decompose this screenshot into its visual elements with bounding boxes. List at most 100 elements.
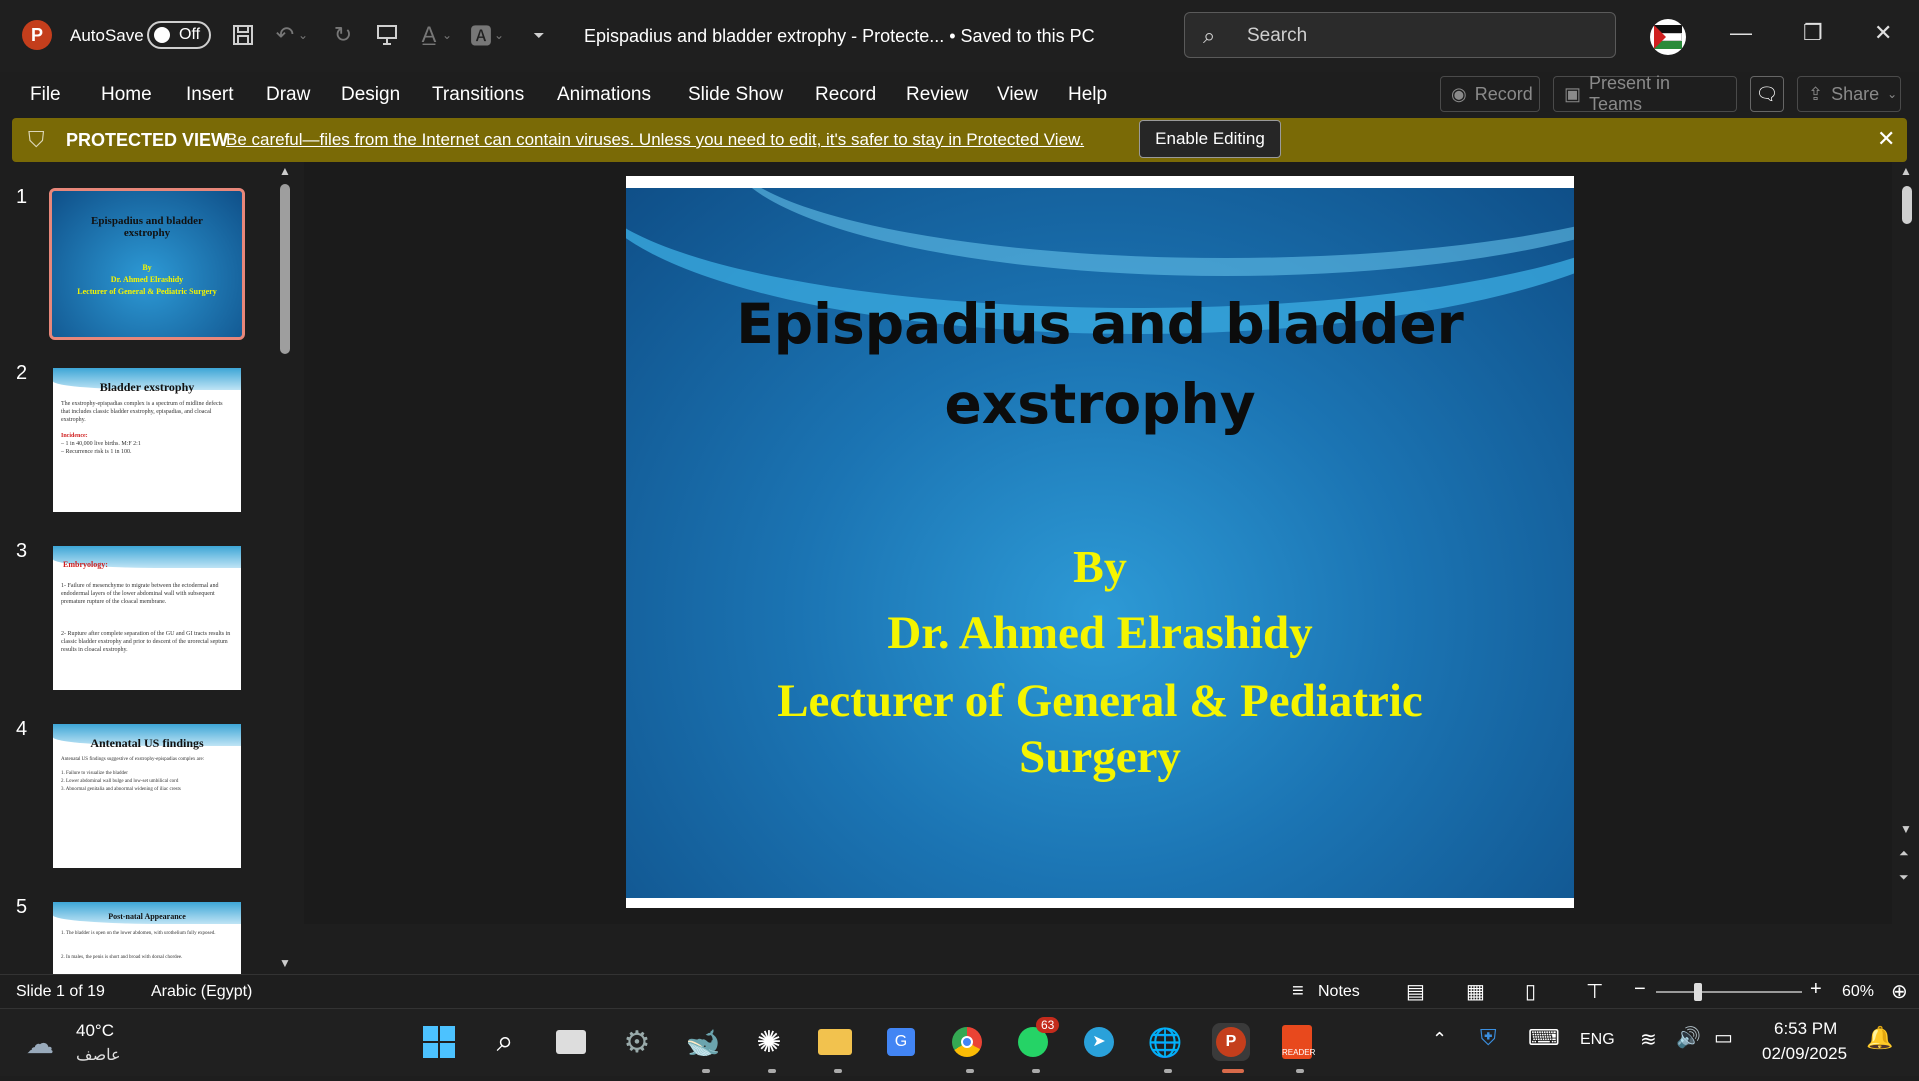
slide-author: Dr. Ahmed Elrashidy (887, 607, 1313, 659)
translate-icon[interactable]: G (882, 1023, 920, 1061)
thumbnail-text: 1- Failure of mesenchyme to migrate betw… (61, 583, 219, 605)
customize-toolbar-icon[interactable]: ⏷ (524, 20, 554, 50)
avatar[interactable] (1650, 19, 1686, 55)
share-button[interactable]: ⇪ Share ⌄ (1797, 76, 1901, 112)
slide-scrollbar[interactable]: ▲ ▼ ⏶ ⏷ (1894, 162, 1918, 922)
thumbnail-title: Epispadius and bladder exstrophy (91, 215, 203, 239)
protected-view-message[interactable]: Be careful—files from the Internet can c… (226, 130, 1084, 150)
notification-bell-icon[interactable]: 🔔 (1866, 1025, 1893, 1051)
clock-date[interactable]: 02/09/2025 (1762, 1044, 1847, 1064)
minimize-icon[interactable]: — (1730, 20, 1752, 46)
notes-button[interactable]: Notes (1318, 983, 1360, 1001)
search-box[interactable]: ⌕ Search (1184, 12, 1616, 58)
scroll-down-icon[interactable]: ▼ (279, 956, 291, 970)
normal-view-icon[interactable]: ▤ (1406, 979, 1425, 1004)
thumbnail-text: 1. Failure to visualize the bladder (61, 771, 128, 776)
next-slide-icon[interactable]: ⏷ (1899, 870, 1909, 885)
scroll-thumb[interactable] (280, 184, 290, 354)
slide-show-icon[interactable]: ⊤ (1586, 979, 1603, 1004)
tab-transitions[interactable]: Transitions (432, 84, 524, 106)
security-icon[interactable]: ⛨ (1480, 1025, 1497, 1051)
whatsapp-icon[interactable]: 63 (1014, 1017, 1060, 1061)
battery-icon[interactable]: ▭ (1714, 1025, 1733, 1050)
search-icon: ⌕ (1203, 23, 1216, 48)
telegram-icon[interactable]: ➤ (1080, 1023, 1118, 1061)
document-title[interactable]: Epispadius and bladder extrophy - Protec… (584, 26, 1095, 47)
previous-slide-icon[interactable]: ⏶ (1899, 846, 1909, 861)
chatgpt-icon[interactable]: ✺ (750, 1023, 788, 1061)
toggle-knob (154, 27, 170, 43)
tab-record[interactable]: Record (815, 84, 876, 106)
autosave-state: Off (179, 26, 201, 43)
zoom-in-icon[interactable]: + (1810, 978, 1822, 1001)
search-icon[interactable]: ⌕ (486, 1023, 524, 1061)
zoom-slider-thumb[interactable] (1694, 983, 1702, 1001)
wifi-icon[interactable]: ≋ (1640, 1027, 1657, 1052)
slide-thumbnail[interactable]: Post-natal Appearance 1. The bladder is … (53, 902, 241, 974)
scroll-thumb[interactable] (1902, 186, 1912, 224)
task-view-icon[interactable] (552, 1023, 590, 1061)
weather-temp[interactable]: 40°C (76, 1021, 114, 1041)
zoom-level[interactable]: 60% (1842, 983, 1874, 1001)
slide-thumbnail[interactable]: Bladder exstrophy The exstrophy-epispadi… (53, 368, 241, 512)
autosave-toggle[interactable]: Off (147, 21, 211, 49)
zoom-out-icon[interactable]: − (1634, 978, 1646, 1001)
powerpoint-taskbar-icon[interactable]: P (1212, 1023, 1250, 1061)
close-icon[interactable]: ✕ (1877, 126, 1895, 152)
network-app-icon[interactable]: 🌐 (1146, 1023, 1184, 1061)
scroll-down-icon[interactable]: ▼ (1900, 822, 1912, 836)
weather-icon[interactable]: ☁ (26, 1027, 54, 1060)
pdf-reader-icon[interactable]: READER (1278, 1023, 1316, 1061)
slide-thumbnail[interactable]: Epispadius and bladder exstrophy By Dr. … (49, 188, 245, 340)
thumbnail-text: By (142, 263, 152, 272)
clock-time[interactable]: 6:53 PM (1774, 1019, 1837, 1039)
scroll-up-icon[interactable]: ▲ (1900, 164, 1912, 178)
thumbnail-scrollbar[interactable]: ▲ ▼ (276, 164, 296, 974)
zoom-slider[interactable] (1656, 983, 1802, 1001)
text-box-dropdown-icon[interactable]: ⌄ (492, 20, 506, 50)
tab-slide-show[interactable]: Slide Show (688, 84, 783, 106)
scroll-up-icon[interactable]: ▲ (279, 164, 291, 178)
fit-to-window-icon[interactable]: ⊕ (1891, 979, 1908, 1004)
reading-view-icon[interactable]: ▯ (1525, 979, 1536, 1004)
deepseek-icon[interactable]: 🐋 (684, 1023, 722, 1061)
tab-file[interactable]: File (30, 84, 61, 106)
enable-editing-button[interactable]: Enable Editing (1139, 120, 1281, 158)
input-language[interactable]: ENG (1580, 1031, 1615, 1049)
tab-design[interactable]: Design (341, 84, 400, 106)
current-slide[interactable]: Epispadius and bladder exstrophy By Dr. … (626, 176, 1574, 908)
tab-review[interactable]: Review (906, 84, 968, 106)
tab-help[interactable]: Help (1068, 84, 1107, 106)
share-dropdown-icon: ⌄ (1887, 87, 1898, 101)
slide-thumbnail[interactable]: Embryology: 1- Failure of mesenchyme to … (53, 546, 241, 690)
language-indicator[interactable]: Arabic (Egypt) (151, 983, 252, 1001)
close-icon[interactable]: ✕ (1874, 20, 1892, 46)
tab-view[interactable]: View (997, 84, 1038, 106)
thumbnail-text: Incidence: (61, 433, 88, 439)
tab-animations[interactable]: Animations (557, 84, 651, 106)
save-icon[interactable] (228, 20, 258, 50)
whatsapp-badge: 63 (1036, 1017, 1060, 1033)
redo-icon[interactable]: ↻ (328, 20, 358, 50)
slide-thumbnail[interactable]: Antenatal US findings Antenatal US findi… (53, 724, 241, 868)
slide-sorter-icon[interactable]: ▦ (1466, 979, 1485, 1004)
undo-dropdown-icon[interactable]: ⌄ (296, 20, 310, 50)
present-in-teams-button[interactable]: ▣ Present in Teams (1553, 73, 1737, 114)
font-color-dropdown-icon[interactable]: ⌄ (440, 20, 454, 50)
volume-icon[interactable]: 🔊 (1676, 1025, 1701, 1050)
settings-icon[interactable]: ⚙ (618, 1023, 656, 1061)
windows-start-icon[interactable] (420, 1023, 458, 1061)
record-button[interactable]: ◉ Record (1440, 76, 1540, 112)
show-hidden-icons-icon[interactable]: ⌃ (1432, 1029, 1447, 1050)
keyboard-icon[interactable]: ⌨ (1528, 1025, 1560, 1051)
chrome-icon[interactable] (948, 1023, 986, 1061)
tab-insert[interactable]: Insert (186, 84, 234, 106)
file-explorer-icon[interactable] (816, 1023, 854, 1061)
tab-home[interactable]: Home (101, 84, 152, 106)
notes-icon[interactable]: ≡ (1292, 980, 1304, 1003)
thumbnail-text: – 1 in 40,000 live births. M:F 2:1 (61, 441, 141, 447)
restore-icon[interactable]: ❐ (1803, 20, 1823, 46)
present-from-start-icon[interactable] (372, 20, 402, 50)
comments-button[interactable]: 🗨 (1750, 76, 1784, 112)
tab-draw[interactable]: Draw (266, 84, 310, 106)
